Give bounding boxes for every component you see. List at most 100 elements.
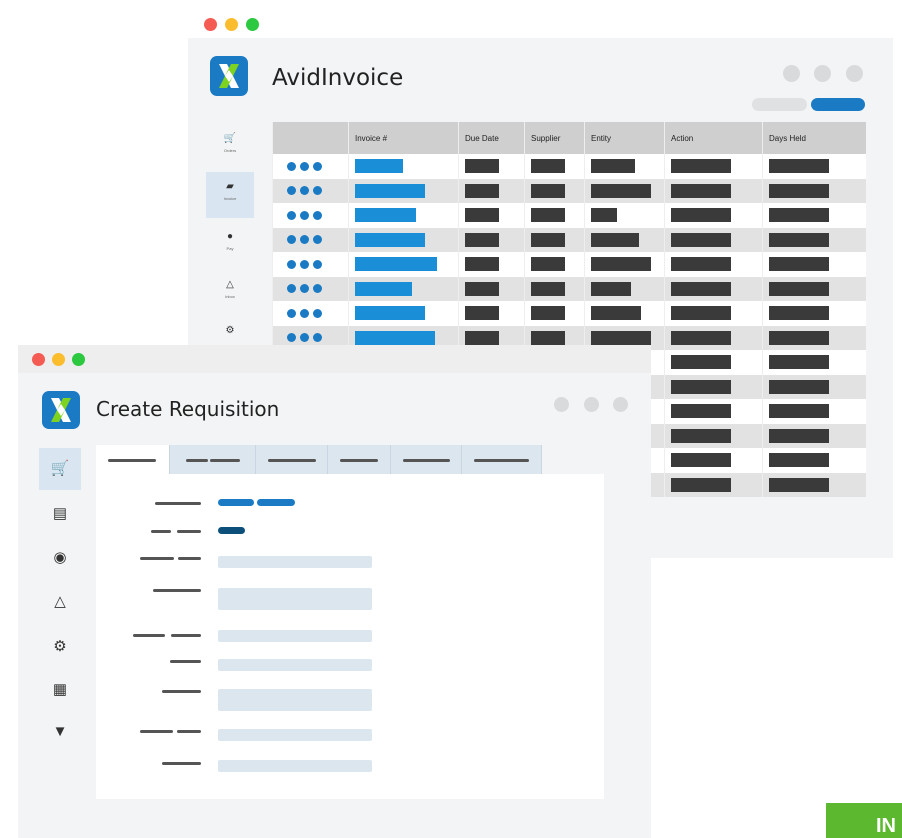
form-input[interactable]	[218, 630, 372, 642]
corner-banner-text: IN	[876, 815, 896, 837]
maximize-window-button[interactable]	[246, 18, 259, 31]
sidebar-item-documents[interactable]: ▤	[39, 493, 81, 535]
row-actions-icon[interactable]	[279, 284, 348, 294]
sidebar-item-inbox[interactable]: △ Inbox	[206, 270, 254, 316]
row-actions-icon[interactable]	[279, 308, 348, 318]
column-header-action[interactable]: Action	[664, 122, 763, 154]
tab-4[interactable]	[328, 445, 391, 475]
corner-banner[interactable]: IN	[826, 803, 902, 838]
tab-5[interactable]	[391, 445, 462, 475]
form-input[interactable]	[218, 760, 372, 772]
invoice-number-bar[interactable]	[355, 208, 416, 223]
table-cell	[348, 178, 459, 203]
field-label	[140, 557, 174, 560]
table-row[interactable]	[272, 276, 866, 301]
form-input[interactable]	[218, 729, 372, 741]
column-header-supplier[interactable]: Supplier	[524, 122, 585, 154]
days-held-bar	[769, 208, 829, 223]
table-cell	[762, 227, 866, 252]
invoice-number-bar[interactable]	[355, 257, 437, 272]
sidebar-item-ideas[interactable]: ▼	[39, 711, 81, 753]
tag-chip[interactable]	[218, 499, 254, 506]
column-header-days-held[interactable]: Days Held	[762, 122, 866, 154]
tab-3[interactable]	[256, 445, 328, 475]
row-actions-icon[interactable]	[279, 186, 348, 196]
table-cell	[584, 276, 665, 301]
table-cell	[524, 301, 585, 326]
invoice-number-bar[interactable]	[355, 281, 412, 296]
days-held-bar	[769, 232, 829, 247]
invoice-number-bar[interactable]	[355, 159, 403, 174]
window-menu-dot[interactable]	[584, 397, 599, 412]
column-header-due-date[interactable]: Due Date	[458, 122, 525, 154]
sidebar-item-orders[interactable]: 🛒 Orders	[206, 124, 254, 170]
window-menu-dot[interactable]	[613, 397, 628, 412]
invoice-number-bar[interactable]	[355, 306, 425, 321]
window-menu-dot[interactable]	[783, 65, 800, 82]
form-input[interactable]	[218, 556, 372, 568]
table-row[interactable]	[272, 252, 866, 277]
tab-6[interactable]	[462, 445, 542, 475]
minimize-window-button[interactable]	[225, 18, 238, 31]
table-cell	[762, 448, 866, 473]
table-cell	[584, 154, 665, 179]
action-bar	[671, 257, 731, 272]
invoice-number-bar[interactable]	[355, 183, 425, 198]
sidebar-item-inbox[interactable]: △	[39, 581, 81, 623]
row-actions-icon[interactable]	[279, 333, 348, 343]
table-row[interactable]	[272, 301, 866, 326]
table-row[interactable]	[272, 154, 866, 179]
supplier-bar	[531, 232, 565, 247]
form-input[interactable]	[218, 659, 372, 671]
sidebar-item-orders[interactable]: 🛒	[39, 448, 81, 490]
column-header-entity[interactable]: Entity	[584, 122, 665, 154]
secondary-action-button[interactable]	[752, 98, 807, 111]
requisition-tabs	[96, 445, 542, 475]
action-bar	[671, 208, 731, 223]
tab-2[interactable]	[170, 445, 256, 475]
sidebar-item-label: Orders	[223, 148, 237, 153]
entity-bar	[591, 183, 651, 198]
table-cell	[524, 252, 585, 277]
sidebar-item-pay[interactable]: ● Pay	[206, 222, 254, 268]
sidebar-item-payments[interactable]: ◉	[39, 537, 81, 579]
table-cell	[664, 203, 763, 228]
form-input[interactable]	[218, 588, 372, 610]
window-menu-dot[interactable]	[846, 65, 863, 82]
minimize-window-button[interactable]	[52, 353, 65, 366]
close-window-button[interactable]	[32, 353, 45, 366]
sidebar-item-receipts[interactable]: ▦	[39, 669, 81, 711]
days-held-bar	[769, 428, 829, 443]
row-actions-icon[interactable]	[279, 235, 348, 245]
primary-action-button[interactable]	[811, 98, 865, 111]
invoice-number-bar[interactable]	[355, 330, 435, 345]
table-cell	[272, 203, 349, 228]
form-input[interactable]	[218, 689, 372, 711]
column-header-invoice-number[interactable]: Invoice #	[348, 122, 459, 154]
invoice-number-bar[interactable]	[355, 232, 425, 247]
row-actions-icon[interactable]	[279, 210, 348, 220]
window-menu-dot[interactable]	[814, 65, 831, 82]
table-cell	[272, 301, 349, 326]
tag-chip[interactable]	[257, 499, 295, 506]
table-cell	[272, 178, 349, 203]
row-actions-icon[interactable]	[279, 161, 348, 171]
tag-chip[interactable]	[218, 527, 245, 534]
field-label	[170, 660, 201, 663]
table-row[interactable]	[272, 178, 866, 203]
row-actions-icon[interactable]	[279, 259, 348, 269]
tab-1[interactable]	[96, 445, 170, 475]
table-cell	[348, 154, 459, 179]
table-cell	[762, 350, 866, 375]
sidebar-item-invoice[interactable]: ▰ Invoice	[206, 172, 254, 218]
days-held-bar	[769, 477, 829, 492]
table-row[interactable]	[272, 203, 866, 228]
table-cell	[524, 154, 585, 179]
sidebar-item-settings[interactable]: ⚙	[39, 626, 81, 668]
table-row[interactable]	[272, 227, 866, 252]
close-window-button[interactable]	[204, 18, 217, 31]
action-bar	[671, 330, 731, 345]
maximize-window-button[interactable]	[72, 353, 85, 366]
table-cell	[348, 301, 459, 326]
window-menu-dot[interactable]	[554, 397, 569, 412]
